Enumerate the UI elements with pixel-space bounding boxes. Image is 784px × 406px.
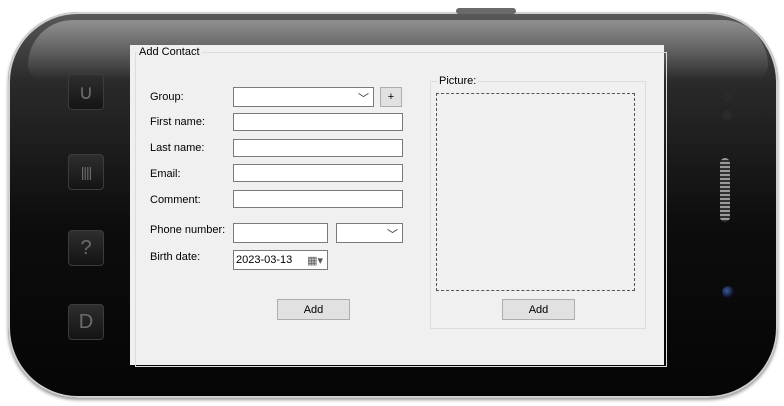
bars-icon: |||| — [80, 164, 93, 180]
picture-legend: Picture: — [437, 75, 479, 87]
speaker-grille — [720, 158, 730, 222]
calendar-icon[interactable]: ▦▾ — [307, 254, 323, 267]
sensor-2 — [722, 110, 732, 120]
power-button — [456, 8, 516, 14]
last-name-field[interactable] — [233, 139, 403, 157]
email-label: Email: — [150, 168, 181, 180]
add-group-button[interactable]: + — [380, 87, 402, 107]
comment-label: Comment: — [150, 194, 201, 206]
chevron-down-icon: ﹀ — [358, 93, 369, 105]
phone-field[interactable] — [233, 223, 328, 243]
phone-type-combo[interactable]: ﹀ — [336, 223, 403, 243]
hardware-button-1: ∪ — [68, 74, 104, 110]
sensor-1 — [722, 92, 732, 102]
phone-label: Phone number: — [150, 224, 226, 236]
comment-field[interactable] — [233, 190, 403, 208]
window-title: Add Contact — [137, 46, 202, 58]
chevron-down-icon: ﹀ — [387, 229, 398, 241]
question-icon: ? — [80, 236, 92, 259]
birth-date-picker[interactable]: 2023-03-13 ▦▾ — [233, 250, 328, 270]
group-label: Group: — [150, 91, 184, 103]
add-contact-button[interactable]: Add — [277, 299, 350, 320]
add-picture-button[interactable]: Add — [502, 299, 575, 320]
camera-icon — [722, 286, 734, 298]
email-field[interactable] — [233, 164, 403, 182]
group-combo[interactable]: ﹀ — [233, 87, 374, 107]
first-name-field[interactable] — [233, 113, 403, 131]
hardware-button-4: D — [68, 304, 104, 340]
birth-date-value: 2023-03-13 — [236, 254, 293, 266]
d-shape-icon: D — [78, 310, 94, 333]
birth-date-label: Birth date: — [150, 251, 201, 263]
u-shape-icon: ∪ — [78, 81, 94, 104]
hardware-button-2: |||| — [68, 154, 104, 190]
hardware-button-help: ? — [68, 230, 104, 266]
last-name-label: Last name: — [150, 142, 205, 154]
first-name-label: First name: — [150, 116, 206, 128]
picture-box[interactable] — [436, 93, 635, 291]
